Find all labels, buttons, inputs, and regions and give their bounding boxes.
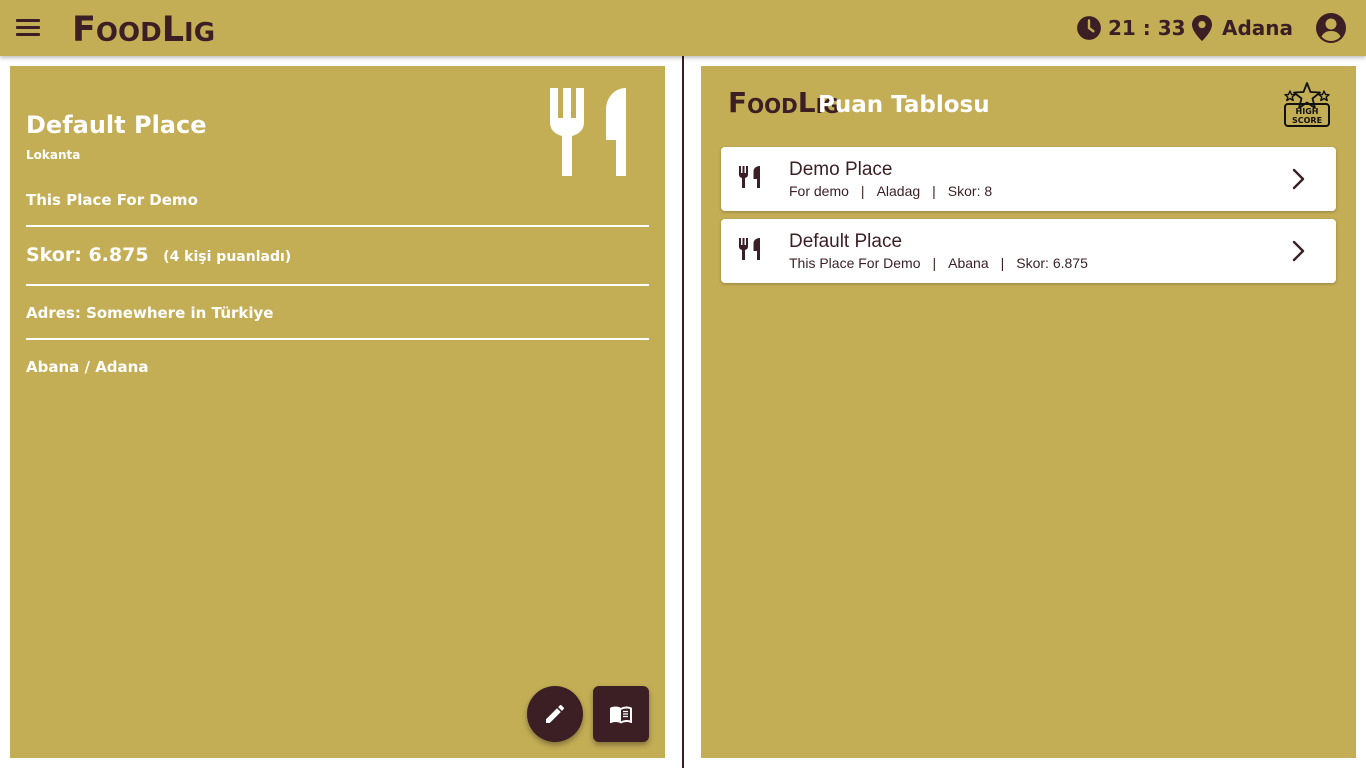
vote-count: (4 kişi puanladı) <box>163 249 292 265</box>
separator: | <box>932 183 936 199</box>
cutlery-icon <box>739 166 760 188</box>
app-logo[interactable]: F OOD L IG <box>72 8 215 48</box>
item-details: For demo | Aladag | Skor: 8 <box>789 183 992 199</box>
item-name: Demo Place <box>789 159 893 180</box>
leaderboard-panel: F OOD L IG Puan Tablosu HIGH SCORE Demo … <box>701 66 1356 758</box>
item-district: Abana <box>948 255 989 271</box>
place-score: Skor: 6.875 <box>26 244 149 266</box>
logo-letter: L <box>797 86 816 119</box>
logo-letter: F <box>72 10 96 50</box>
hamburger-icon[interactable] <box>14 16 42 40</box>
item-score: Skor: 8 <box>947 183 993 199</box>
item-description: This Place For Demo <box>789 255 921 271</box>
map-pin-icon[interactable] <box>1192 15 1212 41</box>
pencil-icon <box>546 704 564 723</box>
place-type: Lokanta <box>26 148 81 162</box>
logo-letter: L <box>161 10 185 50</box>
item-description: For demo <box>789 183 849 199</box>
high-score-badge-icon: HIGH SCORE <box>1284 82 1330 127</box>
logo-letters: IG <box>184 18 216 48</box>
separator: | <box>932 255 937 271</box>
chevron-right-icon[interactable] <box>1291 167 1307 191</box>
badge-text-score: SCORE <box>1292 116 1322 125</box>
place-location: Abana / Adana <box>26 358 149 376</box>
item-details: This Place For Demo | Abana | Skor: 6.875 <box>789 255 1088 271</box>
place-score-row: Skor: 6.875 (4 kişi puanladı) <box>26 244 649 286</box>
leaderboard-item[interactable]: Default Place This Place For Demo | Abana |… <box>721 219 1336 283</box>
clock-icon <box>1077 16 1101 40</box>
cutlery-icon <box>739 238 760 260</box>
leaderboard-title: Puan Tablosu <box>818 92 990 118</box>
place-detail-panel: Default Place Lokanta This Place For Dem… <box>10 66 665 758</box>
panel-divider <box>682 56 684 768</box>
separator: | <box>1000 255 1005 271</box>
item-district: Aladag <box>876 183 921 199</box>
place-description: This Place For Demo <box>26 191 649 227</box>
chevron-right-icon[interactable] <box>1291 239 1307 263</box>
item-name: Default Place <box>789 231 903 252</box>
badge-text-high: HIGH <box>1296 107 1319 116</box>
top-app-bar: F OOD L IG 21 : 33 Adana <box>0 0 1366 56</box>
place-name: Default Place <box>26 111 207 139</box>
place-address: Adres: Somewhere in Türkiye <box>26 304 649 340</box>
current-time: 21 : 33 <box>1108 16 1186 40</box>
edit-button[interactable] <box>527 686 583 742</box>
selected-city[interactable]: Adana <box>1222 16 1293 40</box>
logo-letter: F <box>728 86 748 119</box>
separator: | <box>860 183 865 199</box>
logo-letters: OOD <box>747 94 798 118</box>
logo-letters: OOD <box>95 18 162 48</box>
account-circle-icon[interactable] <box>1316 13 1346 43</box>
menu-book-button[interactable] <box>593 686 649 742</box>
leaderboard-item[interactable]: Demo Place For demo | Aladag | Skor: 8 <box>721 147 1336 211</box>
menu-book-icon <box>610 706 632 724</box>
item-score: Skor: 6.875 <box>1016 255 1088 271</box>
cutlery-icon <box>550 88 626 176</box>
